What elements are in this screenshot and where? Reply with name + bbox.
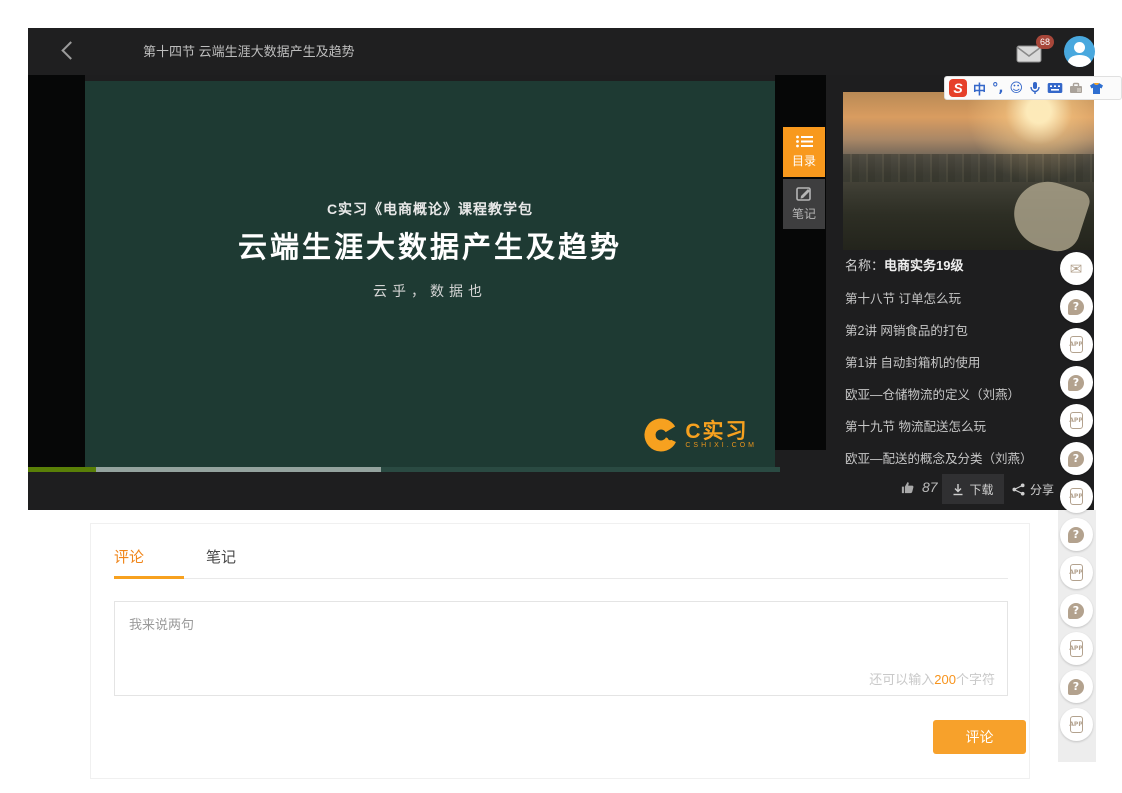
ime-language-toggle[interactable]: 中 [973,79,986,98]
course-name-label: 名称： [845,258,884,273]
active-tab-underline [114,576,184,579]
unread-count-badge: 68 [1036,35,1054,49]
service-icon-button[interactable]: ? [1060,670,1093,703]
share-icon [1012,483,1025,496]
download-button[interactable]: 下载 [942,474,1004,504]
service-icon: ? [1068,375,1084,391]
ime-emoji-icon[interactable]: ☺ [1009,81,1023,96]
note-icon [796,187,812,201]
share-label: 分享 [1030,481,1054,498]
ime-punctuation-toggle[interactable]: °, [992,81,1003,96]
tab-divider [114,578,1008,579]
ime-microphone-icon[interactable] [1029,81,1041,95]
service-icon-button[interactable]: APP [1060,708,1093,741]
ime-keyboard-icon[interactable] [1047,82,1063,94]
video-progress-bar[interactable] [28,467,780,472]
player-stage: C实习《电商概论》课程教学包 云端生涯大数据产生及趋势 云乎，数据也 C实习 C… [28,75,1094,510]
logo-domain: CSHIXI.COM [685,442,757,449]
service-icon: ? [1068,299,1084,315]
playlist-item[interactable]: 第十九节 物流配送怎么玩 [845,416,986,435]
sogou-logo-icon[interactable]: S [949,79,967,97]
course-thumbnail[interactable] [843,92,1094,250]
slide-title: 云端生涯大数据产生及趋势 [85,224,775,266]
page-title: 第十四节 云端生涯大数据产生及趋势 [143,28,355,75]
ime-toolbox-icon[interactable] [1069,82,1083,94]
share-button[interactable]: 分享 [1012,474,1054,504]
service-icon-button[interactable]: ? [1060,442,1093,475]
list-icon [796,135,813,148]
like-button[interactable]: 87 [900,479,938,495]
messages-button[interactable]: 68 [1016,38,1062,68]
char-counter: 还可以输入200个字符 [869,669,995,688]
tab-my-notes[interactable]: 笔记 [206,546,236,567]
comment-textarea[interactable] [115,602,1007,664]
service-icon: APP [1070,564,1083,581]
course-name: 名称：电商实务19级 [845,255,963,274]
service-icon-button[interactable]: ? [1060,366,1093,399]
like-count: 87 [922,479,938,495]
service-icon-button[interactable]: APP [1060,328,1093,361]
cshixi-logo: C实习 CSHIXI.COM [643,417,757,453]
service-icon: APP [1070,640,1083,657]
service-icon: APP [1070,336,1083,353]
service-icon: APP [1070,488,1083,505]
back-button[interactable] [58,41,78,61]
playlist-item[interactable]: 欧亚—配送的概念及分类（刘燕） [845,448,1033,467]
cshixi-ring-icon [643,417,679,453]
progress-played [28,467,96,472]
service-icon-button[interactable]: ? [1060,518,1093,551]
service-icon: ? [1068,451,1084,467]
tab-notes-label: 笔记 [792,205,816,222]
tab-comments[interactable]: 评论 [114,546,144,567]
user-avatar[interactable] [1064,36,1095,67]
service-icon-button[interactable]: APP [1060,480,1093,513]
video-surface[interactable]: C实习《电商概论》课程教学包 云端生涯大数据产生及趋势 云乎，数据也 C实习 C… [85,81,775,467]
tab-catalog[interactable]: 目录 [783,127,825,177]
service-icon-button[interactable]: APP [1060,632,1093,665]
download-label: 下载 [969,481,993,498]
char-counter-number: 200 [934,672,956,687]
service-icon: APP [1070,412,1083,429]
tab-catalog-label: 目录 [792,152,816,169]
tab-notes[interactable]: 笔记 [783,179,825,229]
service-icon: ✉ [1070,260,1083,278]
playlist-item[interactable]: 第2讲 网销食品的打包 [845,320,968,339]
service-icon: APP [1070,716,1083,733]
service-icon-button[interactable]: APP [1060,404,1093,437]
comments-card: 评论 笔记 还可以输入200个字符 评论 [90,523,1030,779]
service-icon-button[interactable]: APP [1060,556,1093,589]
slide-subtitle: 云乎，数据也 [85,281,775,301]
page: 第十四节 云端生涯大数据产生及趋势 68 S 中 °, ☺ [0,0,1122,793]
download-icon [952,483,964,496]
service-icon-button[interactable]: ? [1060,594,1093,627]
submit-comment-button[interactable]: 评论 [933,720,1026,754]
floating-service-column: ✉ ? APP ? APP ? APP [1059,252,1093,741]
ime-skin-tshirt-icon[interactable] [1089,82,1104,95]
playlist-item[interactable]: 欧亚—仓储物流的定义（刘燕） [845,384,1020,403]
service-icon: ? [1068,679,1084,695]
service-icon-button[interactable]: ? [1060,290,1093,323]
ime-toolbar: S 中 °, ☺ [944,76,1122,100]
side-tab-column: 目录 笔记 [783,127,825,229]
playlist-item[interactable]: 第1讲 自动封箱机的使用 [845,352,980,371]
course-name-value: 电商实务19级 [884,258,963,273]
service-icon: ? [1068,603,1084,619]
comment-input-box: 还可以输入200个字符 [114,601,1008,696]
service-icon: ? [1068,527,1084,543]
playlist-item[interactable]: 第十八节 订单怎么玩 [845,288,961,307]
logo-text: C实习 [685,421,757,442]
service-icon-button[interactable]: ✉ [1060,252,1093,285]
letterbox-left [28,75,85,467]
slide-kicker: C实习《电商概论》课程教学包 [85,199,775,219]
thumbs-up-icon [900,480,915,495]
top-bar: 第十四节 云端生涯大数据产生及趋势 68 [28,28,1094,75]
